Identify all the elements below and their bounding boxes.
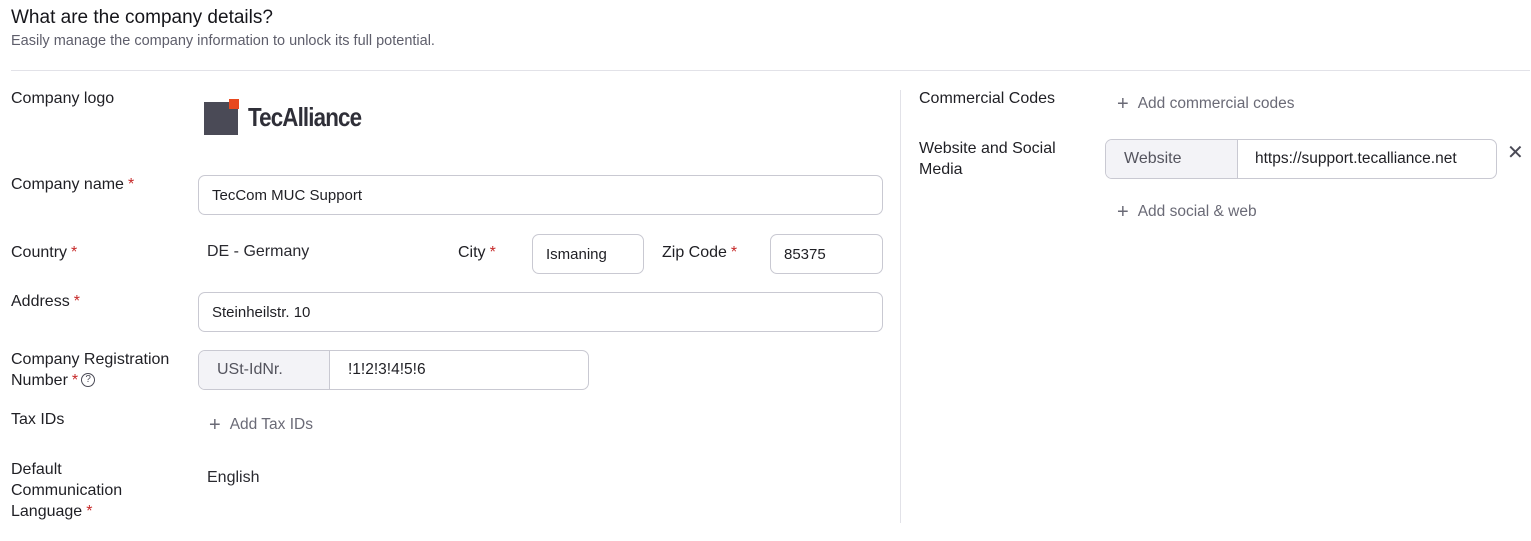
language-label-line1: Default xyxy=(11,461,62,478)
language-label-line2: Communication xyxy=(11,482,123,499)
header-divider xyxy=(11,70,1530,71)
website-field: Website https://support.tecalliance.net xyxy=(1105,139,1497,179)
zip-code-input[interactable]: 85375 xyxy=(770,234,883,274)
company-name-label-text: Company name xyxy=(11,176,124,193)
zip-code-label-text: Zip Code xyxy=(662,244,727,261)
registration-number-field: USt-IdNr. !1!2!3!4!5!6 xyxy=(198,350,589,390)
registration-label-line2-wrap: Number *? xyxy=(11,370,169,391)
add-commercial-codes-button[interactable]: + Add commercial codes xyxy=(1117,94,1294,114)
registration-number-label: Company Registration Number *? xyxy=(11,349,169,391)
city-label: City * xyxy=(458,242,496,263)
website-type-select[interactable]: Website xyxy=(1106,140,1238,178)
required-marker: * xyxy=(730,244,738,261)
required-marker: * xyxy=(71,244,78,261)
country-label-text: Country xyxy=(11,244,68,261)
required-marker: * xyxy=(489,244,496,261)
plus-icon: + xyxy=(1117,93,1129,115)
communication-language-label: Default Communication Language * xyxy=(11,459,122,522)
address-label-text: Address xyxy=(11,293,70,310)
website-social-label-line2: Media xyxy=(919,161,963,178)
column-divider xyxy=(900,90,901,523)
language-label-line3-wrap: Language * xyxy=(11,501,122,522)
website-url-input[interactable]: https://support.tecalliance.net xyxy=(1238,140,1496,178)
required-marker: * xyxy=(86,503,93,520)
registration-type-select[interactable]: USt-IdNr. xyxy=(199,351,330,389)
add-social-web-button[interactable]: + Add social & web xyxy=(1117,202,1257,222)
website-social-label-line1: Website and Social xyxy=(919,140,1056,157)
registration-label-line2: Number xyxy=(11,372,68,389)
registration-number-input[interactable]: !1!2!3!4!5!6 xyxy=(330,351,588,389)
country-value: DE - Germany xyxy=(207,243,310,260)
required-marker: * xyxy=(127,176,135,193)
required-marker: * xyxy=(73,293,80,310)
add-tax-ids-text: Add Tax IDs xyxy=(229,416,313,433)
page-subtitle: Easily manage the company information to… xyxy=(11,33,435,49)
company-name-label: Company name * xyxy=(11,174,134,195)
plus-icon: + xyxy=(209,414,221,436)
page-title: What are the company details? xyxy=(11,7,273,28)
company-name-input[interactable]: TecCom MUC Support xyxy=(198,175,883,215)
company-logo-label: Company logo xyxy=(11,90,115,107)
company-logo[interactable]: TecAlliance xyxy=(204,99,364,137)
communication-language-value: English xyxy=(207,469,260,486)
required-marker: * xyxy=(71,372,79,389)
address-label: Address * xyxy=(11,291,80,312)
plus-icon: + xyxy=(1117,201,1129,223)
language-label-line3: Language xyxy=(11,503,83,520)
commercial-codes-label: Commercial Codes xyxy=(919,90,1056,107)
registration-label-line1: Company Registration xyxy=(11,351,170,368)
add-social-web-text: Add social & web xyxy=(1137,203,1257,220)
add-commercial-codes-text: Add commercial codes xyxy=(1137,95,1295,112)
close-icon[interactable]: ✕ xyxy=(1507,143,1524,163)
website-social-label: Website and Social Media xyxy=(919,138,1056,180)
zip-code-label: Zip Code * xyxy=(662,242,737,263)
add-tax-ids-button[interactable]: + Add Tax IDs xyxy=(209,415,313,435)
country-label: Country * xyxy=(11,242,77,263)
address-input[interactable]: Steinheilstr. 10 xyxy=(198,292,883,332)
help-icon[interactable]: ? xyxy=(81,372,96,387)
tax-ids-label: Tax IDs xyxy=(11,411,65,428)
city-input[interactable]: Ismaning xyxy=(532,234,644,274)
logo-wordmark: TecAlliance xyxy=(248,102,362,132)
city-label-text: City xyxy=(458,244,486,261)
logo-mark-accent xyxy=(229,99,239,109)
